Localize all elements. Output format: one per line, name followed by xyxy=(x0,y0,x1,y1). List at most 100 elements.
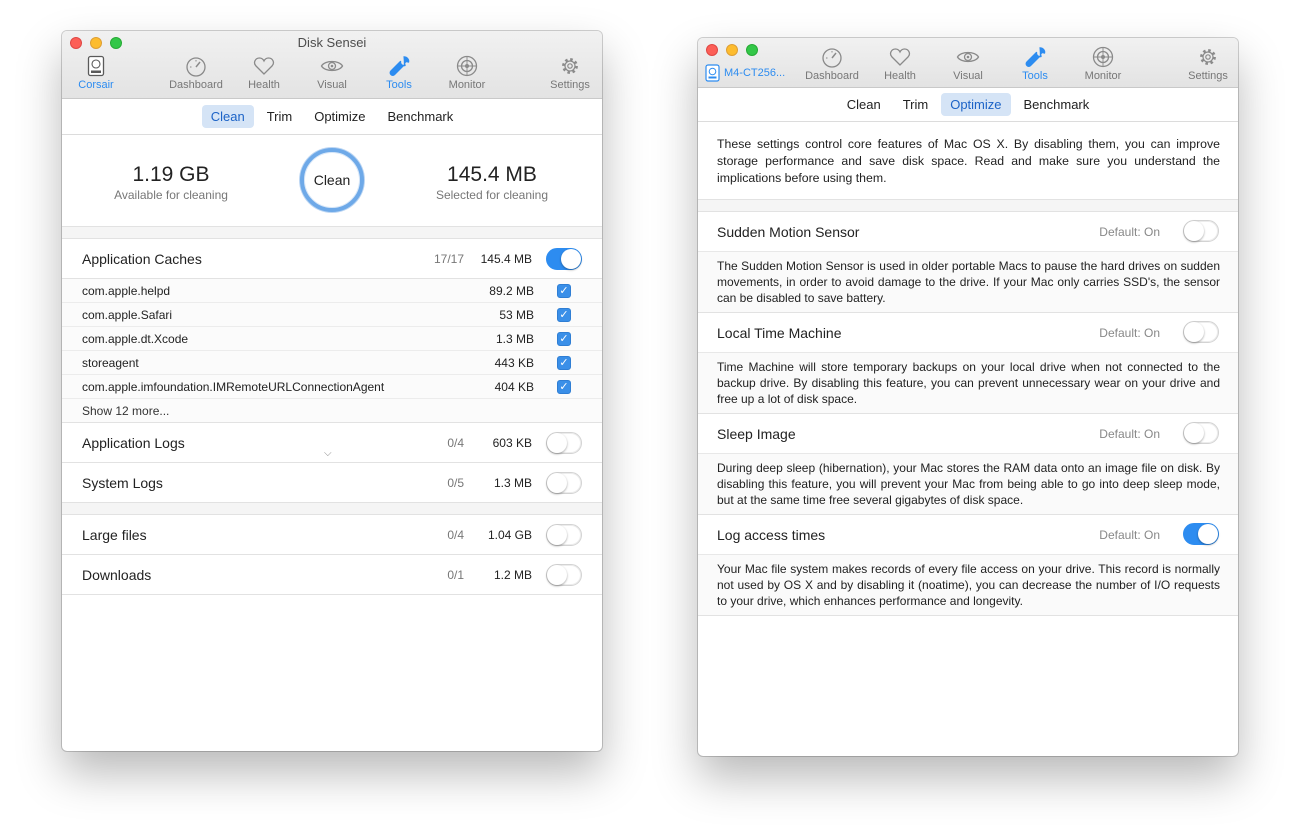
application-caches-toggle[interactable] xyxy=(546,248,582,270)
cache-item-checkbox[interactable]: ✓ xyxy=(557,355,571,370)
option-default: Default: On xyxy=(1099,426,1160,441)
category-count: 0/4 xyxy=(447,527,464,542)
category-name: System Logs xyxy=(82,474,163,491)
application-logs-toggle[interactable] xyxy=(546,432,582,454)
toolbar-label: Dashboard xyxy=(805,70,859,82)
category-size: 1.04 GB xyxy=(487,527,532,542)
cache-item: com.apple.Safari 53 MB ✓ xyxy=(62,303,602,327)
available-value: 1.19 GB xyxy=(132,163,210,186)
local-time-machine-toggle[interactable] xyxy=(1183,321,1219,343)
toolbar-settings[interactable]: Settings xyxy=(1173,46,1238,82)
category-large-files: Large files 0/4 1.04 GB xyxy=(62,515,602,555)
option-sleep-image: Sleep Image Default: On xyxy=(698,414,1238,454)
toolbar-label: Monitor xyxy=(448,79,486,91)
toolbar-health[interactable]: Health xyxy=(865,46,935,82)
cache-item-checkbox[interactable]: ✓ xyxy=(557,307,571,322)
cache-item-name: com.apple.Safari xyxy=(82,307,173,322)
toolbar-label: Health xyxy=(248,79,280,91)
tab-clean[interactable]: Clean xyxy=(838,93,890,116)
option-local-time-machine: Local Time Machine Default: On xyxy=(698,313,1238,353)
log-access-times-toggle[interactable] xyxy=(1183,523,1219,545)
tab-trim[interactable]: Trim xyxy=(258,105,302,128)
cache-item-name: com.apple.dt.Xcode xyxy=(82,331,189,346)
option-description: Your Mac file system makes records of ev… xyxy=(698,555,1238,616)
eye-icon xyxy=(320,60,344,72)
cache-item-checkbox[interactable]: ✓ xyxy=(557,331,571,346)
category-size: 603 KB xyxy=(492,435,532,450)
cache-item: com.apple.dt.Xcode 1.3 MB ✓ xyxy=(62,327,602,351)
category-downloads: Downloads 0/1 1.2 MB xyxy=(62,555,602,595)
sudden-motion-sensor-toggle[interactable] xyxy=(1183,220,1219,242)
cache-item: storeagent 443 KB ✓ xyxy=(62,351,602,375)
heart-icon xyxy=(253,57,275,75)
chevron-down-icon[interactable]: ⌵ xyxy=(324,448,332,459)
minimize-button[interactable] xyxy=(726,44,738,56)
toolbar-dashboard[interactable]: Dashboard xyxy=(797,46,867,82)
category-count: 0/1 xyxy=(447,567,464,582)
clean-summary: 1.19 GB Available for cleaning Clean 145… xyxy=(62,135,602,227)
disk-label: Corsair xyxy=(78,79,114,91)
close-button[interactable] xyxy=(706,44,718,56)
toolbar-label: Dashboard xyxy=(169,79,223,91)
option-name: Sleep Image xyxy=(717,425,796,442)
option-description: The Sudden Motion Sensor is used in olde… xyxy=(698,252,1238,313)
disk-label: M4-CT256... xyxy=(724,67,786,79)
toolbar-label: Settings xyxy=(550,79,590,91)
toolbar-visual[interactable]: Visual xyxy=(297,55,367,91)
hard-drive-icon xyxy=(87,55,105,77)
toolbar-dashboard[interactable]: Dashboard xyxy=(161,55,231,91)
wrench-icon xyxy=(389,56,410,76)
tab-optimize[interactable]: Optimize xyxy=(305,105,374,128)
option-name: Log access times xyxy=(717,526,826,543)
target-icon xyxy=(456,55,478,77)
titlebar: Disk Sensei Corsair Dashboard Health Vis… xyxy=(62,31,602,99)
downloads-toggle[interactable] xyxy=(546,564,582,586)
cache-item-name: com.apple.helpd xyxy=(82,283,171,298)
cache-item-size: 89.2 MB xyxy=(489,283,534,298)
toolbar-label: Monitor xyxy=(1084,70,1122,82)
available-stat: 1.19 GB Available for cleaning xyxy=(91,163,251,202)
tab-benchmark[interactable]: Benchmark xyxy=(1015,93,1099,116)
traffic-lights xyxy=(706,44,758,56)
tab-trim[interactable]: Trim xyxy=(894,93,938,116)
tab-optimize[interactable]: Optimize xyxy=(941,93,1011,116)
option-description: During deep sleep (hibernation), your Ma… xyxy=(698,454,1238,515)
show-more-link[interactable]: Show 12 more... xyxy=(62,399,602,423)
tab-bar: Clean Trim Optimize Benchmark xyxy=(62,99,602,135)
zoom-button[interactable] xyxy=(746,44,758,56)
cache-item-checkbox[interactable]: ✓ xyxy=(557,283,571,298)
toolbar-monitor[interactable]: Monitor xyxy=(1068,46,1138,82)
toolbar-tools[interactable]: Tools xyxy=(1000,46,1070,82)
system-logs-toggle[interactable] xyxy=(546,472,582,494)
option-name: Local Time Machine xyxy=(717,324,842,341)
section-gap xyxy=(62,227,602,239)
toolbar-monitor[interactable]: Monitor xyxy=(432,55,502,91)
option-name: Sudden Motion Sensor xyxy=(717,223,860,240)
toolbar-label: Tools xyxy=(1022,70,1048,82)
option-default: Default: On xyxy=(1099,325,1160,340)
toolbar-visual[interactable]: Visual xyxy=(933,46,1003,82)
toggle-knob xyxy=(561,249,581,269)
sleep-image-toggle[interactable] xyxy=(1183,422,1219,444)
cache-item-checkbox[interactable]: ✓ xyxy=(557,379,571,394)
disk-selector[interactable]: Corsair xyxy=(76,55,116,91)
clean-button[interactable]: Clean xyxy=(300,148,364,212)
large-files-toggle[interactable] xyxy=(546,524,582,546)
tab-clean[interactable]: Clean xyxy=(201,105,254,128)
cache-item-size: 404 KB xyxy=(494,379,534,394)
cache-item-size: 1.3 MB xyxy=(495,331,534,346)
disk-selector[interactable]: M4-CT256... xyxy=(705,64,785,82)
toggle-knob xyxy=(547,525,567,545)
eye-icon xyxy=(956,51,980,63)
tab-benchmark[interactable]: Benchmark xyxy=(379,105,463,128)
tab-bar: Clean Trim Optimize Benchmark xyxy=(698,88,1238,122)
toolbar-health[interactable]: Health xyxy=(229,55,299,91)
category-name: Large files xyxy=(82,526,147,543)
category-count: 17/17 xyxy=(433,251,464,266)
category-size: 1.3 MB xyxy=(493,475,532,490)
category-application-logs: Application Logs ⌵ 0/4 603 KB xyxy=(62,423,602,463)
category-size: 145.4 MB xyxy=(480,251,532,266)
toolbar-tools[interactable]: Tools xyxy=(364,55,434,91)
heart-icon xyxy=(889,48,911,66)
toolbar-settings[interactable]: Settings xyxy=(535,55,602,91)
